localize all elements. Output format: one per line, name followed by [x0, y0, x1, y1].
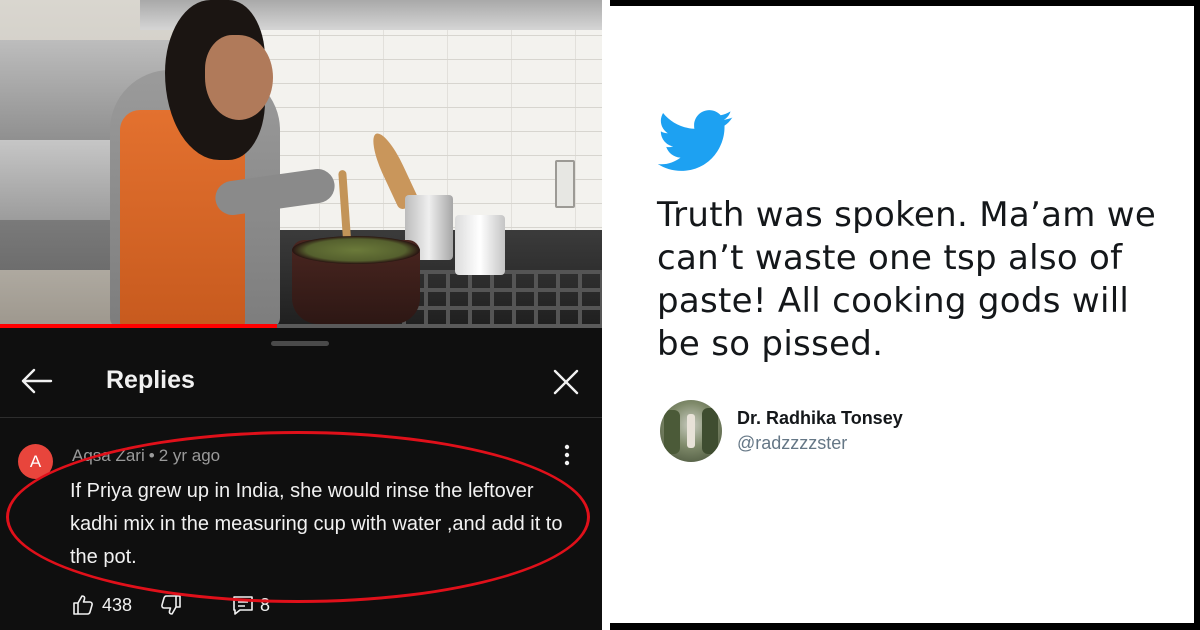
comment-bubble-icon [232, 594, 254, 616]
reply-button[interactable]: 8 [232, 594, 270, 616]
thumbs-up-icon [72, 594, 94, 616]
comment-meta: Aqsa Zari • 2 yr ago [72, 446, 220, 466]
sheet-divider [0, 417, 602, 418]
wall-outlet [555, 160, 575, 208]
avatar-tree-right [702, 408, 718, 454]
frame-border-bottom [610, 623, 1200, 630]
frame-border-right [1194, 0, 1200, 630]
more-vertical-icon[interactable] [560, 444, 574, 466]
dislike-button[interactable] [160, 594, 182, 616]
avatar-figure [687, 414, 695, 448]
author-name[interactable]: Dr. Radhika Tonsey [737, 408, 903, 429]
video-frame[interactable] [0, 0, 602, 328]
sheet-title: Replies [106, 366, 195, 394]
avatar-tree-left [664, 410, 680, 454]
pot-contents [292, 236, 420, 264]
sheet-drag-handle[interactable] [271, 341, 329, 346]
thumbs-down-icon [160, 594, 182, 616]
meta-separator: • [148, 446, 155, 465]
panel-gutter [602, 0, 610, 630]
tweet-card: Truth was spoken. Ma’am we can’t waste o… [610, 6, 1194, 623]
reply-count: 8 [260, 594, 271, 615]
like-count: 438 [102, 594, 133, 615]
replies-sheet: Replies A Aqsa Zari • 2 yr ago If Priya gr… [0, 328, 602, 630]
author-handle[interactable]: @radzzzzster [737, 433, 847, 454]
comment-author[interactable]: Aqsa Zari [72, 446, 145, 465]
like-button[interactable]: 438 [72, 594, 132, 616]
twitter-bird-icon [657, 110, 734, 172]
utensil-holder-white [455, 215, 505, 275]
tweet-text: Truth was spoken. Ma’am we can’t waste o… [657, 195, 1157, 364]
author-avatar[interactable] [660, 400, 722, 462]
comment-time: 2 yr ago [158, 446, 221, 465]
commenter-avatar[interactable]: A [18, 444, 53, 479]
arrow-left-icon[interactable] [20, 366, 54, 396]
youtube-panel: Replies A Aqsa Zari • 2 yr ago If Priya gr… [0, 0, 602, 630]
close-icon[interactable] [552, 368, 580, 396]
cook-face [205, 35, 273, 120]
comment-actions: 438 8 [72, 592, 270, 618]
comment-text: If Priya grew up in India, she would rin… [70, 480, 563, 568]
